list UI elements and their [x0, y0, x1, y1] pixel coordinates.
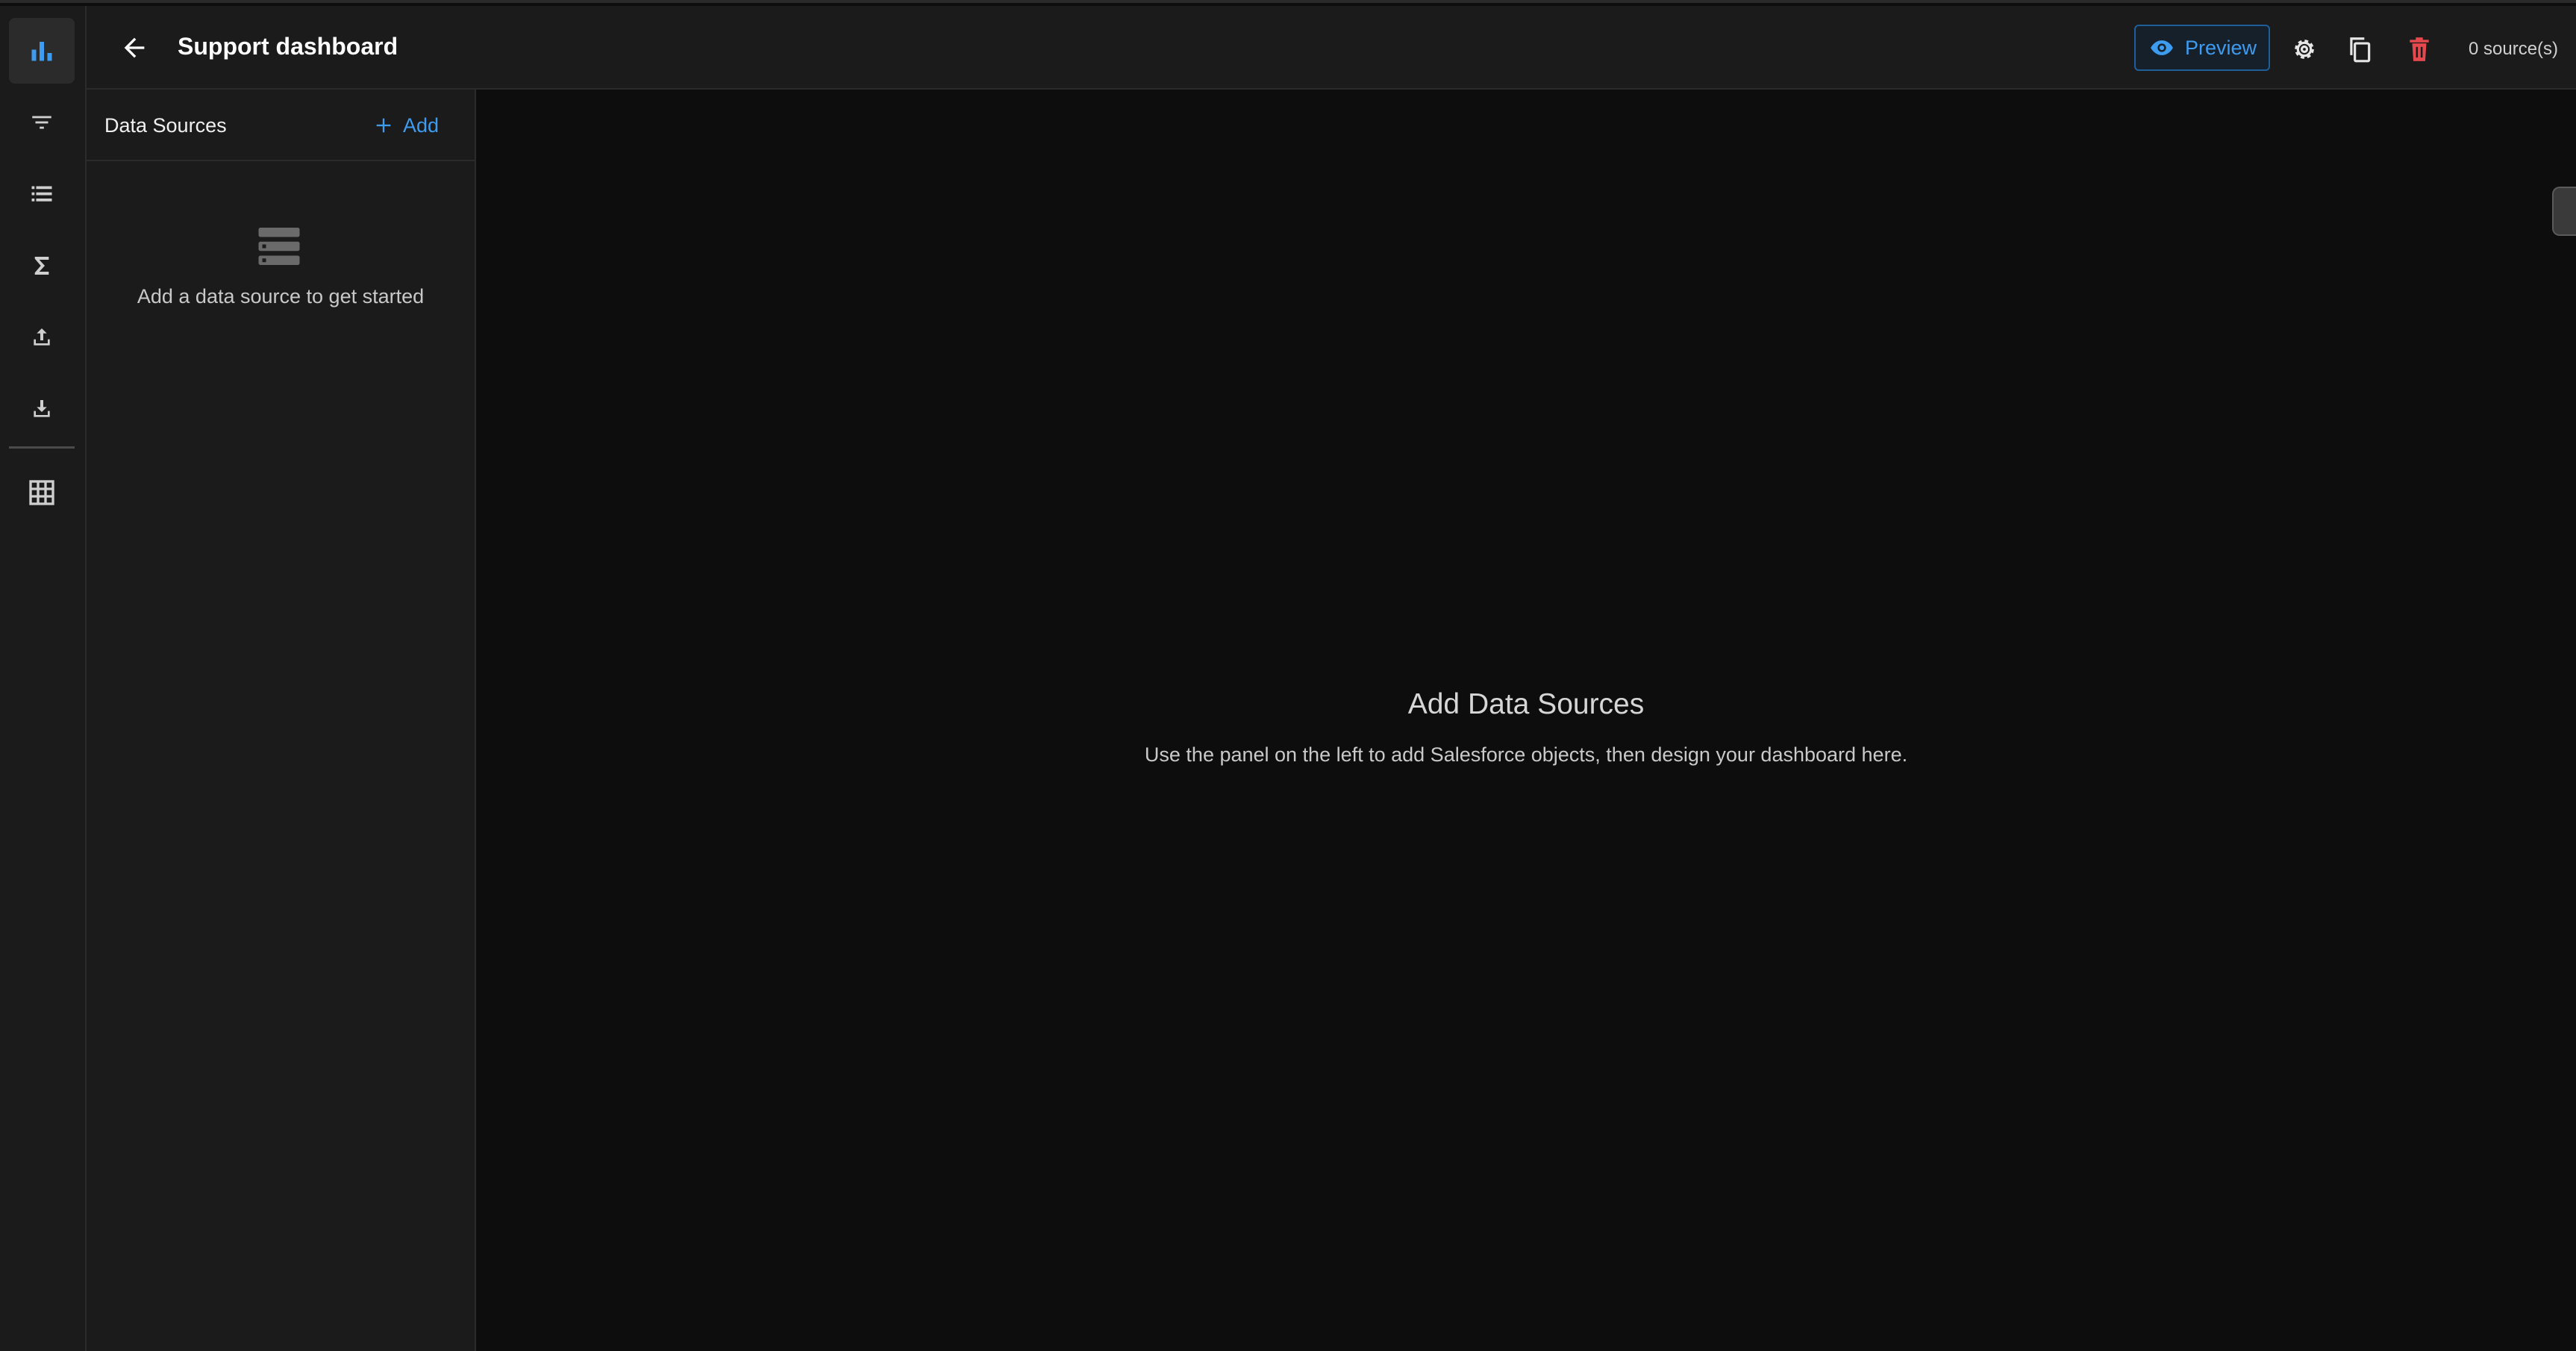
- page-title: Support dashboard: [178, 33, 398, 60]
- empty-canvas-subtitle: Use the panel on the left to add Salesfo…: [1144, 743, 1908, 766]
- rail-upload-button[interactable]: [9, 305, 75, 370]
- copy-icon: [2350, 37, 2371, 63]
- add-data-source-button[interactable]: Add: [373, 109, 439, 142]
- rail-download-button[interactable]: [9, 376, 75, 442]
- delete-button[interactable]: [2403, 33, 2436, 66]
- icon-rail: [0, 6, 87, 1351]
- list-icon: [31, 186, 52, 202]
- add-label: Add: [403, 113, 440, 137]
- storage-icon: [258, 228, 300, 265]
- bar-chart-icon: [31, 42, 52, 61]
- rail-formula-button[interactable]: [9, 233, 75, 299]
- side-panel-toggle[interactable]: [2552, 187, 2576, 236]
- dashboard-canvas: Add Data Sources Use the panel on the le…: [476, 90, 2576, 1351]
- empty-state-text: Add a data source to get started: [137, 285, 425, 308]
- duplicate-button[interactable]: [2343, 33, 2376, 66]
- panel-header: Data Sources Add: [87, 90, 475, 161]
- app-window: Support dashboard Preview 0 source(s) Da…: [0, 0, 2576, 1351]
- preview-button[interactable]: Preview: [2134, 25, 2270, 71]
- rail-table-button[interactable]: [9, 460, 75, 525]
- panel-title: Data Sources: [104, 114, 227, 137]
- download-icon: [34, 400, 50, 417]
- rail-filter-button[interactable]: [9, 90, 75, 155]
- trash-icon: [2410, 37, 2429, 61]
- rail-charts-button[interactable]: [9, 18, 75, 84]
- back-button[interactable]: [116, 30, 152, 66]
- preview-label: Preview: [2185, 36, 2257, 59]
- sigma-icon: [34, 257, 49, 275]
- arrow-left-icon: [124, 37, 145, 58]
- upload-icon: [34, 328, 50, 346]
- rail-list-button[interactable]: [9, 161, 75, 227]
- empty-canvas-title: Add Data Sources: [1407, 688, 1645, 720]
- top-header: Support dashboard Preview 0 source(s): [87, 6, 2576, 90]
- plus-icon: [376, 118, 391, 133]
- filter-icon: [32, 116, 51, 129]
- source-count: 0 source(s): [2469, 39, 2559, 59]
- grid-icon: [29, 480, 54, 505]
- eye-icon: [2151, 40, 2173, 55]
- gear-icon: [2295, 40, 2314, 59]
- settings-button[interactable]: [2288, 33, 2321, 66]
- rail-divider: [9, 446, 75, 449]
- data-sources-panel: Data Sources Add Add a data source to ge…: [87, 90, 476, 1351]
